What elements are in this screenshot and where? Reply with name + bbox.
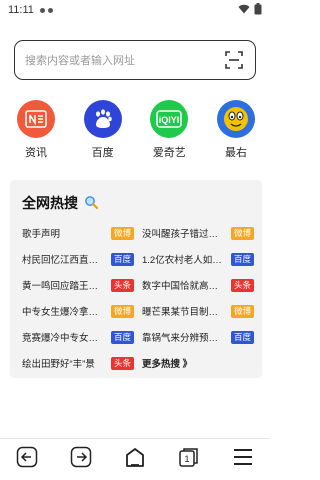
hot-search-text: 竞赛爆冷中专女…: [22, 333, 99, 344]
back-arrow-icon: [16, 446, 38, 473]
iqiyi-icon: iQIYI: [150, 100, 189, 138]
source-badge: 微博: [110, 304, 134, 318]
hot-search-text: 数字中国恰就高…: [142, 281, 219, 292]
hot-search-item[interactable]: 中专女生爆冷拿… 微博: [22, 298, 134, 324]
source-badge: 微博: [110, 226, 134, 240]
shortcut-label: 资讯: [25, 147, 47, 159]
hot-search-text: 村民回忆江西直…: [22, 255, 99, 266]
baidu-paw-icon: [83, 100, 122, 138]
battery-icon: [254, 2, 262, 18]
hot-search-item[interactable]: 黄一鸣回应踏王… 头条: [22, 272, 134, 298]
shortcut-label: 最右: [224, 147, 247, 159]
hot-search-text: 绘出田野好“丰”景: [22, 359, 95, 370]
hot-search-text: 歌手声明: [22, 229, 61, 240]
search-input[interactable]: 搜索内容或者输入网址: [14, 40, 256, 80]
more-hot-search-link[interactable]: 更多热搜 》: [142, 350, 254, 376]
source-badge: 百度: [230, 330, 254, 344]
hot-search-text: 黄一鸣回应踏王…: [22, 281, 99, 292]
source-badge: 微博: [230, 226, 254, 240]
hot-search-item[interactable]: 村民回忆江西直… 百度: [22, 246, 134, 272]
hot-search-item[interactable]: 1.2亿农村老人如… 百度: [142, 246, 254, 272]
news-icon: [17, 100, 55, 138]
svg-text:1: 1: [184, 454, 189, 464]
shortcut-baidu[interactable]: 百度: [75, 100, 131, 160]
hot-search-text: 没叫醒孩子错过…: [142, 229, 219, 240]
source-badge: 百度: [230, 252, 254, 266]
status-time: 11:11: [8, 4, 34, 16]
hot-search-panel: 全网热搜 歌手声明 微博 没叫醒孩子错过… 微博 村民回忆江西直… 百度 1.2…: [10, 180, 262, 378]
notification-dot-icon: [39, 7, 45, 13]
bottom-nav-bar: 1: [0, 438, 270, 480]
hot-search-item[interactable]: 歌手声明 微博: [22, 220, 134, 246]
shortcut-news[interactable]: 资讯: [8, 100, 64, 160]
scan-icon[interactable]: [223, 49, 245, 71]
hot-search-list: 歌手声明 微博 没叫醒孩子错过… 微博 村民回忆江西直… 百度 1.2亿农村老人…: [22, 220, 254, 376]
shortcut-iqiyi[interactable]: iQIYI 爱奇艺: [141, 100, 197, 160]
menu-icon: [233, 448, 253, 471]
source-badge: 微博: [230, 304, 254, 318]
hot-search-text: 1.2亿农村老人如…: [142, 255, 222, 266]
back-button[interactable]: [12, 445, 42, 475]
status-bar: 11:11: [0, 0, 270, 20]
source-badge: 头条: [110, 356, 134, 370]
hot-search-item[interactable]: 曝芒果某节目制… 微博: [142, 298, 254, 324]
menu-button[interactable]: [228, 445, 258, 475]
shortcut-zuiyou[interactable]: 最右: [208, 100, 264, 160]
hot-search-title: 全网热搜: [22, 193, 99, 213]
hot-search-text: 曝芒果某节目制…: [142, 307, 219, 318]
svg-text:iQIYI: iQIYI: [159, 115, 180, 125]
tabs-count-icon: 1: [178, 446, 200, 473]
notification-dot-icon: [47, 7, 53, 13]
source-badge: 头条: [110, 278, 134, 292]
source-badge: 百度: [110, 330, 134, 344]
shortcut-label: 百度: [91, 147, 114, 159]
hot-search-item[interactable]: 数字中国恰就高… 头条: [142, 272, 254, 298]
hot-search-title-text: 全网热搜: [22, 195, 78, 211]
more-hot-search-text: 更多热搜 》: [142, 359, 193, 370]
shortcut-grid: 资讯 百度 iQIYI 爱奇艺 最右: [8, 100, 264, 160]
source-badge: 头条: [230, 278, 254, 292]
hot-search-text: 中专女生爆冷拿…: [22, 307, 99, 318]
hot-search-item[interactable]: 没叫醒孩子错过… 微博: [142, 220, 254, 246]
notification-dots: [39, 7, 53, 13]
source-badge: 百度: [110, 252, 134, 266]
hot-search-item[interactable]: 竞赛爆冷中专女… 百度: [22, 324, 134, 350]
forward-arrow-icon: [70, 446, 92, 473]
magnifier-icon: [84, 195, 99, 212]
hot-search-text: 靠锅气来分辨预…: [142, 333, 219, 344]
hot-search-item[interactable]: 绘出田野好“丰”景 头条: [22, 350, 134, 376]
zuiyou-icon: [216, 100, 255, 138]
home-icon: [124, 446, 146, 473]
forward-button[interactable]: [66, 445, 96, 475]
home-button[interactable]: [120, 445, 150, 475]
hot-search-item[interactable]: 靠锅气来分辨预… 百度: [142, 324, 254, 350]
search-placeholder: 搜索内容或者输入网址: [25, 55, 135, 67]
wifi-icon: [238, 4, 250, 17]
tabs-button[interactable]: 1: [174, 445, 204, 475]
shortcut-label: 爱奇艺: [152, 147, 186, 159]
